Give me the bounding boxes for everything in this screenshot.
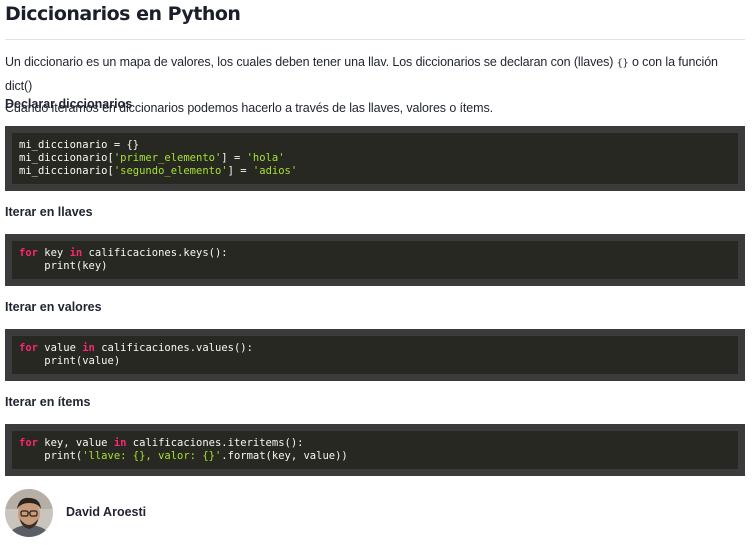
code-items: for key, value in calificaciones.iterite… <box>19 437 348 462</box>
code-declarar: mi_diccionario = {} mi_diccionario['prim… <box>19 139 298 177</box>
avatar-photo <box>5 489 53 537</box>
code-block-declarar: mi_diccionario = {} mi_diccionario['prim… <box>5 126 745 191</box>
author-avatar[interactable] <box>5 489 53 537</box>
braces-code: {} <box>616 58 629 69</box>
section-heading-declarar: Declarar diccionarios <box>5 97 133 111</box>
section-heading-valores: Iterar en valores <box>5 300 102 314</box>
code-block-items: for key, value in calificaciones.iterite… <box>5 424 745 476</box>
section-heading-items: Iterar en ítems <box>5 395 91 409</box>
code-valores: for value in calificaciones.values(): pr… <box>19 342 253 367</box>
title-divider <box>5 39 745 40</box>
page-title: Diccionarios en Python <box>5 3 241 25</box>
author-name[interactable]: David Aroesti <box>66 505 146 519</box>
intro-text-1: Un diccionario es un mapa de valores, lo… <box>5 55 614 69</box>
code-llaves: for key in calificaciones.keys(): print(… <box>19 247 228 272</box>
code-block-llaves: for key in calificaciones.keys(): print(… <box>5 234 745 286</box>
code-block-valores: for value in calificaciones.values(): pr… <box>5 329 745 381</box>
section-heading-llaves: Iterar en llaves <box>5 205 93 219</box>
